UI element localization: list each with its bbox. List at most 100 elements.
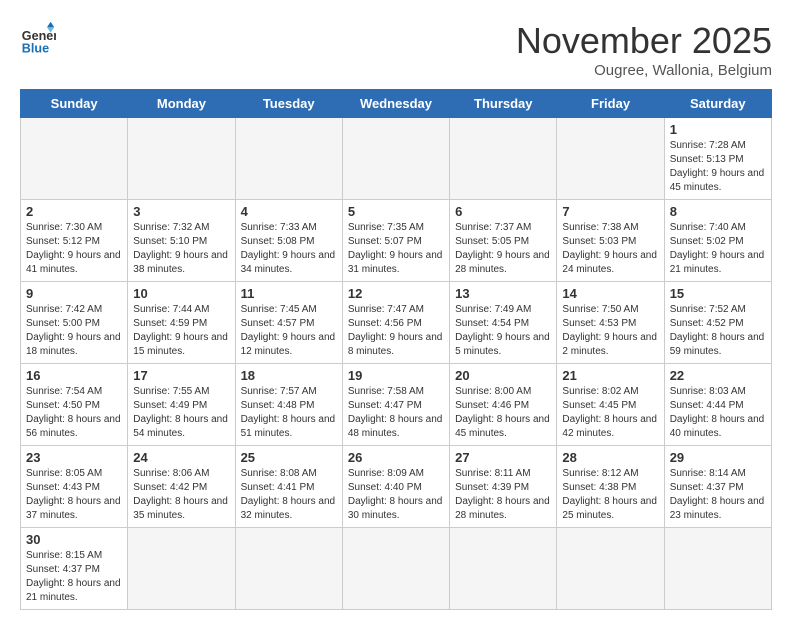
day-number: 16 (26, 368, 122, 383)
day-number: 29 (670, 450, 766, 465)
day-info: Sunrise: 7:45 AM Sunset: 4:57 PM Dayligh… (241, 303, 337, 359)
day-info: Sunrise: 8:08 AM Sunset: 4:41 PM Dayligh… (241, 467, 337, 523)
day-number: 15 (670, 286, 766, 301)
day-info: Sunrise: 7:44 AM Sunset: 4:59 PM Dayligh… (133, 303, 229, 359)
calendar-cell (664, 528, 771, 610)
calendar-cell (342, 528, 449, 610)
calendar-cell: 19Sunrise: 7:58 AM Sunset: 4:47 PM Dayli… (342, 364, 449, 446)
day-info: Sunrise: 7:40 AM Sunset: 5:02 PM Dayligh… (670, 221, 766, 277)
header-thursday: Thursday (450, 90, 557, 118)
day-number: 9 (26, 286, 122, 301)
calendar-cell: 14 Sunrise: 7:50 AM Sunset: 4:53 PM Dayli… (557, 282, 664, 364)
calendar-cell: 6Sunrise: 7:37 AM Sunset: 5:05 PM Daylig… (450, 200, 557, 282)
calendar-cell: 5Sunrise: 7:35 AM Sunset: 5:07 PM Daylig… (342, 200, 449, 282)
day-info: Sunrise: 7:50 AM Sunset: 4:53 PM Dayligh… (562, 303, 658, 359)
calendar-cell (450, 118, 557, 200)
calendar-cell: 12 Sunrise: 7:47 AM Sunset: 4:56 PM Dayli… (342, 282, 449, 364)
day-info: Sunrise: 7:28 AM Sunset: 5:13 PM Dayligh… (670, 139, 766, 195)
calendar-cell (557, 118, 664, 200)
day-number: 30 (26, 532, 122, 547)
calendar-cell: 2Sunrise: 7:30 AM Sunset: 5:12 PM Daylig… (21, 200, 128, 282)
calendar-cell: 26 Sunrise: 8:09 AM Sunset: 4:40 PM Dayli… (342, 446, 449, 528)
calendar-cell: 23 Sunrise: 8:05 AM Sunset: 4:43 PM Dayli… (21, 446, 128, 528)
calendar-cell: 9 Sunrise: 7:42 AM Sunset: 5:00 PM Daylig… (21, 282, 128, 364)
calendar-cell (450, 528, 557, 610)
day-info: Sunrise: 7:49 AM Sunset: 4:54 PM Dayligh… (455, 303, 551, 359)
calendar-cell (235, 528, 342, 610)
day-number: 21 (562, 368, 658, 383)
day-number: 3 (133, 204, 229, 219)
day-info: Sunrise: 7:42 AM Sunset: 5:00 PM Dayligh… (26, 303, 122, 359)
calendar-cell: 20Sunrise: 8:00 AM Sunset: 4:46 PM Dayli… (450, 364, 557, 446)
calendar-cell: 15 Sunrise: 7:52 AM Sunset: 4:52 PM Dayli… (664, 282, 771, 364)
calendar-cell: 18 Sunrise: 7:57 AM Sunset: 4:48 PM Dayli… (235, 364, 342, 446)
day-number: 24 (133, 450, 229, 465)
calendar-cell: 1 Sunrise: 7:28 AM Sunset: 5:13 PM Daylig… (664, 118, 771, 200)
day-info: Sunrise: 7:54 AM Sunset: 4:50 PM Dayligh… (26, 385, 122, 441)
calendar-cell: 25 Sunrise: 8:08 AM Sunset: 4:41 PM Dayli… (235, 446, 342, 528)
calendar-cell (128, 118, 235, 200)
header-sunday: Sunday (21, 90, 128, 118)
day-info: Sunrise: 8:06 AM Sunset: 4:42 PM Dayligh… (133, 467, 229, 523)
day-number: 25 (241, 450, 337, 465)
day-number: 10 (133, 286, 229, 301)
page-header: General Blue November 2025 Ougree, Wallo… (20, 20, 772, 79)
calendar-cell: 10 Sunrise: 7:44 AM Sunset: 4:59 PM Dayli… (128, 282, 235, 364)
calendar-cell (557, 528, 664, 610)
day-info: Sunrise: 8:14 AM Sunset: 4:37 PM Dayligh… (670, 467, 766, 523)
day-info: Sunrise: 7:35 AM Sunset: 5:07 PM Dayligh… (348, 221, 444, 277)
day-info: Sunrise: 7:57 AM Sunset: 4:48 PM Dayligh… (241, 385, 337, 441)
calendar-cell: 24 Sunrise: 8:06 AM Sunset: 4:42 PM Dayli… (128, 446, 235, 528)
calendar-cell: 30Sunrise: 8:15 AM Sunset: 4:37 PM Dayli… (21, 528, 128, 610)
day-info: Sunrise: 8:02 AM Sunset: 4:45 PM Dayligh… (562, 385, 658, 441)
title-section: November 2025 Ougree, Wallonia, Belgium (516, 20, 772, 79)
day-number: 18 (241, 368, 337, 383)
weekday-header-row: Sunday Monday Tuesday Wednesday Thursday… (21, 90, 772, 118)
calendar-cell: 17Sunrise: 7:55 AM Sunset: 4:49 PM Dayli… (128, 364, 235, 446)
calendar-cell (128, 528, 235, 610)
header-saturday: Saturday (664, 90, 771, 118)
header-tuesday: Tuesday (235, 90, 342, 118)
calendar-cell (235, 118, 342, 200)
day-number: 20 (455, 368, 551, 383)
calendar-cell: 22 Sunrise: 8:03 AM Sunset: 4:44 PM Dayli… (664, 364, 771, 446)
day-number: 26 (348, 450, 444, 465)
day-number: 23 (26, 450, 122, 465)
day-info: Sunrise: 8:05 AM Sunset: 4:43 PM Dayligh… (26, 467, 122, 523)
calendar-cell (21, 118, 128, 200)
day-info: Sunrise: 7:47 AM Sunset: 4:56 PM Dayligh… (348, 303, 444, 359)
day-info: Sunrise: 8:12 AM Sunset: 4:38 PM Dayligh… (562, 467, 658, 523)
day-number: 1 (670, 122, 766, 137)
svg-text:Blue: Blue (22, 41, 49, 55)
calendar-cell: 13 Sunrise: 7:49 AM Sunset: 4:54 PM Dayli… (450, 282, 557, 364)
day-info: Sunrise: 8:11 AM Sunset: 4:39 PM Dayligh… (455, 467, 551, 523)
day-info: Sunrise: 7:37 AM Sunset: 5:05 PM Dayligh… (455, 221, 551, 277)
calendar-cell: 4Sunrise: 7:33 AM Sunset: 5:08 PM Daylig… (235, 200, 342, 282)
calendar-cell: 3Sunrise: 7:32 AM Sunset: 5:10 PM Daylig… (128, 200, 235, 282)
calendar-cell: 16 Sunrise: 7:54 AM Sunset: 4:50 PM Dayli… (21, 364, 128, 446)
day-number: 7 (562, 204, 658, 219)
day-number: 28 (562, 450, 658, 465)
calendar-cell: 8Sunrise: 7:40 AM Sunset: 5:02 PM Daylig… (664, 200, 771, 282)
day-info: Sunrise: 8:03 AM Sunset: 4:44 PM Dayligh… (670, 385, 766, 441)
calendar-cell: 29 Sunrise: 8:14 AM Sunset: 4:37 PM Dayli… (664, 446, 771, 528)
calendar-cell: 28 Sunrise: 8:12 AM Sunset: 4:38 PM Dayli… (557, 446, 664, 528)
day-info: Sunrise: 7:30 AM Sunset: 5:12 PM Dayligh… (26, 221, 122, 277)
header-monday: Monday (128, 90, 235, 118)
day-number: 14 (562, 286, 658, 301)
logo: General Blue (20, 20, 56, 56)
day-number: 27 (455, 450, 551, 465)
day-number: 12 (348, 286, 444, 301)
calendar-cell: 27 Sunrise: 8:11 AM Sunset: 4:39 PM Dayli… (450, 446, 557, 528)
day-info: Sunrise: 7:52 AM Sunset: 4:52 PM Dayligh… (670, 303, 766, 359)
day-number: 4 (241, 204, 337, 219)
header-friday: Friday (557, 90, 664, 118)
calendar-cell (342, 118, 449, 200)
day-number: 11 (241, 286, 337, 301)
day-info: Sunrise: 8:09 AM Sunset: 4:40 PM Dayligh… (348, 467, 444, 523)
logo-icon: General Blue (20, 20, 56, 56)
day-info: Sunrise: 7:58 AM Sunset: 4:47 PM Dayligh… (348, 385, 444, 441)
calendar-table: Sunday Monday Tuesday Wednesday Thursday… (20, 89, 772, 610)
day-number: 13 (455, 286, 551, 301)
day-number: 22 (670, 368, 766, 383)
